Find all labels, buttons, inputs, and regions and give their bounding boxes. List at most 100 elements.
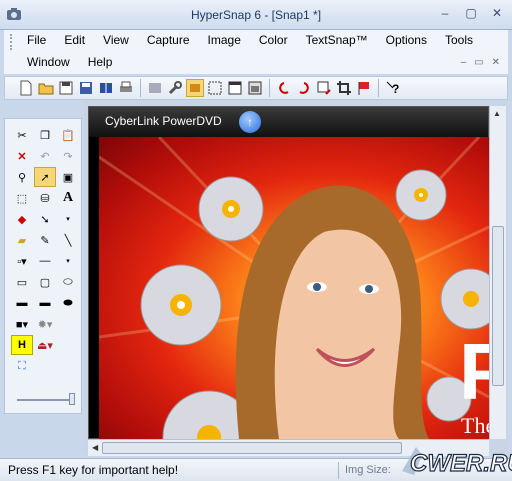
- capture-tool-icon[interactable]: [146, 79, 164, 97]
- delete-icon[interactable]: ✕: [11, 146, 33, 166]
- stamp-icon[interactable]: ◆: [11, 209, 33, 229]
- open-folder-icon[interactable]: [37, 79, 55, 97]
- menu-grip[interactable]: [10, 34, 13, 50]
- menu-capture[interactable]: Capture: [138, 32, 199, 48]
- window-title: HyperSnap 6 - [Snap1 *]: [190, 8, 322, 22]
- cd-disc-icon: [440, 268, 489, 330]
- minimize-button[interactable]: –: [438, 6, 452, 20]
- vertical-scrollbar[interactable]: ▲: [489, 106, 506, 439]
- rotate-left-icon[interactable]: [275, 79, 293, 97]
- close-button[interactable]: ✕: [490, 6, 504, 20]
- menu-view[interactable]: View: [94, 32, 138, 48]
- copy-icon[interactable]: ❐: [34, 125, 56, 145]
- mdi-close-button[interactable]: ✕: [492, 57, 500, 68]
- toolbar-separator: [378, 79, 379, 97]
- menu-textsnap[interactable]: TextSnap™: [297, 32, 377, 48]
- menu-window[interactable]: Window: [18, 54, 79, 70]
- book-icon[interactable]: [97, 79, 115, 97]
- empty-slot: [57, 335, 79, 355]
- mdi-minimize-button[interactable]: –: [461, 57, 467, 68]
- cd-disc-icon: [395, 169, 447, 221]
- wrench-icon[interactable]: [166, 79, 184, 97]
- powerdvd-artwork: P The: [99, 137, 489, 439]
- title-bar: HyperSnap 6 - [Snap1 *] – ▢ ✕: [0, 0, 512, 30]
- fill-color-icon[interactable]: ■▾: [11, 314, 33, 334]
- watermark-text: CWER.RU: [410, 450, 512, 477]
- rectangle-icon[interactable]: ▭: [11, 272, 33, 292]
- window-capture-icon[interactable]: [226, 79, 244, 97]
- menu-help[interactable]: Help: [79, 54, 122, 70]
- menu-bar: File Edit View Capture Image Color TextS…: [4, 30, 508, 74]
- captured-window-title: CyberLink PowerDVD: [89, 107, 488, 137]
- cd-disc-icon: [198, 176, 264, 242]
- rotate-right-icon[interactable]: [295, 79, 313, 97]
- gear-icon[interactable]: ✹▾: [34, 314, 56, 334]
- cd-disc-icon: [140, 264, 222, 346]
- filled-rounded-rect-icon[interactable]: ▬: [34, 293, 56, 313]
- drawing-tools-panel: ✂ ❐ 📋 ✕ ↶ ↷ ⚲ ➚ ▣ ⬚ ⛁ A ◆ ➘ ▾ ▰ ✎ ╲ ▫▾ —…: [4, 118, 82, 414]
- eraser-icon[interactable]: ▰: [11, 230, 33, 250]
- scroll-up-icon[interactable]: ▲: [493, 109, 501, 118]
- image-size-panel: Img Size:: [338, 462, 396, 479]
- undo-icon[interactable]: ↶: [34, 146, 56, 166]
- save-icon[interactable]: [77, 79, 95, 97]
- new-icon[interactable]: [17, 79, 35, 97]
- rounded-rect-icon[interactable]: ▢: [34, 272, 56, 292]
- select-pointer-icon[interactable]: ➚: [34, 167, 56, 187]
- line-style-dropdown-icon[interactable]: ▾: [57, 251, 79, 271]
- arrow-tool-icon[interactable]: ➘: [34, 209, 56, 229]
- main-toolbar: ?: [4, 76, 508, 100]
- filled-rect-icon[interactable]: ▬: [11, 293, 33, 313]
- line-width-icon[interactable]: ▫▾: [11, 251, 33, 271]
- menu-options[interactable]: Options: [377, 32, 436, 48]
- highlighter-icon[interactable]: H: [11, 335, 33, 355]
- region-select-icon[interactable]: ▣: [57, 167, 79, 187]
- resize-icon[interactable]: [315, 79, 333, 97]
- cwer-watermark-logo: CWER.RU: [402, 447, 512, 478]
- context-help-icon[interactable]: ?: [384, 79, 402, 97]
- status-help-text: Press F1 key for important help!: [8, 463, 179, 477]
- menu-tools[interactable]: Tools: [436, 32, 482, 48]
- ellipse-icon[interactable]: ⬭: [57, 272, 79, 292]
- redo-icon[interactable]: ↷: [57, 146, 79, 166]
- zoom-slider-track[interactable]: [17, 399, 75, 401]
- marquee-icon[interactable]: ⬚: [11, 188, 33, 208]
- region-capture-icon[interactable]: [206, 79, 224, 97]
- vertical-scroll-thumb[interactable]: [492, 226, 504, 386]
- fill-bucket-icon[interactable]: ⛁: [34, 188, 56, 208]
- menu-color[interactable]: Color: [250, 32, 297, 48]
- flag-icon[interactable]: [355, 79, 373, 97]
- text-tool-icon[interactable]: A: [57, 188, 79, 208]
- fit-window-icon[interactable]: ⛶: [11, 356, 33, 376]
- paste-icon[interactable]: 📋: [57, 125, 79, 145]
- title-letter-p: P: [459, 327, 489, 416]
- crop-icon[interactable]: [335, 79, 353, 97]
- cut-icon[interactable]: ✂: [11, 125, 33, 145]
- svg-text:?: ?: [392, 82, 399, 96]
- toolbar-separator: [140, 79, 141, 97]
- menu-edit[interactable]: Edit: [55, 32, 94, 48]
- pencil-icon[interactable]: ✎: [34, 230, 56, 250]
- zoom-slider-thumb[interactable]: [69, 393, 75, 405]
- filled-ellipse-icon[interactable]: ⬬: [57, 293, 79, 313]
- menu-image[interactable]: Image: [199, 32, 250, 48]
- dropdown-arrow-icon[interactable]: ▾: [57, 209, 79, 229]
- title-letter-the: The: [461, 413, 489, 438]
- print-icon[interactable]: [117, 79, 135, 97]
- menu-file[interactable]: File: [18, 32, 55, 48]
- mdi-restore-button[interactable]: ▭: [474, 57, 483, 68]
- toolbar-separator: [269, 79, 270, 97]
- multi-region-icon[interactable]: [246, 79, 264, 97]
- save-as-icon[interactable]: [57, 79, 75, 97]
- up-arrow-icon: ↑: [239, 111, 261, 133]
- maximize-button[interactable]: ▢: [464, 6, 478, 20]
- empty-slot: [57, 314, 79, 334]
- scroll-left-icon[interactable]: ◀: [92, 443, 98, 452]
- captured-image[interactable]: CyberLink PowerDVD ↑ P Th: [88, 106, 489, 439]
- line-style-icon[interactable]: —: [34, 251, 56, 271]
- line-tool-icon[interactable]: ╲: [57, 230, 79, 250]
- zoom-icon[interactable]: ⚲: [11, 167, 33, 187]
- horizontal-scroll-thumb[interactable]: [102, 442, 402, 454]
- stamp-tool-icon[interactable]: ⏏▾: [34, 335, 56, 355]
- highlight-tool-icon[interactable]: [186, 79, 204, 97]
